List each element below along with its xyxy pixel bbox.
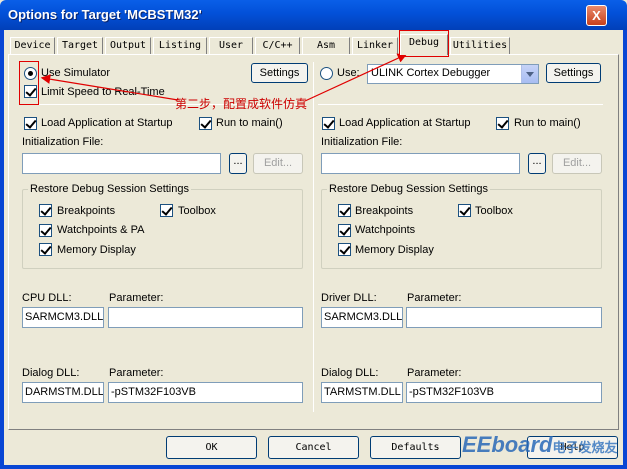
tab-debug[interactable]: Debug: [400, 34, 448, 55]
watermark-cn: 电子发烧友: [552, 440, 618, 455]
arrow-to-debug-tab-icon: [304, 53, 408, 102]
arrow-to-simulator-icon: [40, 74, 179, 101]
annotation-text: 第二步，配置成软件仿真: [175, 97, 308, 111]
watermark-logo: EEboard电子发烧友: [462, 432, 622, 466]
watermark-brand: EEboard: [462, 432, 553, 457]
annotation-arrows: [40, 53, 408, 102]
